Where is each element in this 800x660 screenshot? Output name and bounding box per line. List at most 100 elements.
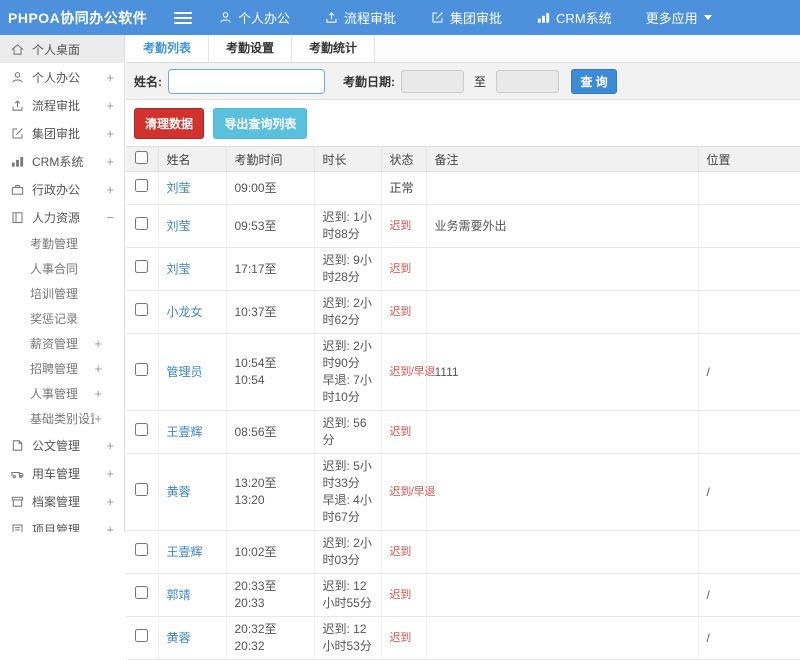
date-from-input[interactable] — [401, 70, 464, 93]
tab-2[interactable]: 考勤统计 — [292, 35, 375, 62]
archive-icon — [10, 494, 25, 509]
sidebar-item-label: 考勤管理 — [30, 235, 114, 252]
attendance-time-cell: 08:56至 — [226, 411, 314, 454]
row-checkbox[interactable] — [135, 586, 148, 599]
employee-name-link[interactable]: 刘莹 — [167, 262, 191, 276]
expand-plus-icon[interactable]: + — [94, 361, 114, 376]
expand-plus-icon[interactable]: + — [94, 411, 114, 426]
expand-plus-icon[interactable]: + — [106, 494, 114, 509]
row-checkbox[interactable] — [135, 260, 148, 273]
expand-plus-icon[interactable]: + — [106, 182, 114, 197]
row-checkbox[interactable] — [135, 217, 148, 230]
nav-item-3[interactable]: CRM系统 — [536, 8, 612, 27]
row-checkbox[interactable] — [135, 179, 148, 192]
status-badge: 迟到 — [390, 306, 411, 318]
employee-name-link[interactable]: 王壹辉 — [167, 425, 203, 439]
sidebar-item-1[interactable]: 个人办公+ — [0, 63, 124, 91]
sidebar-item-17[interactable]: 档案管理+ — [0, 487, 124, 515]
employee-name-link[interactable]: 黄蓉 — [167, 485, 191, 499]
sidebar-item-label: 招聘管理 — [30, 360, 94, 377]
name-input[interactable] — [168, 69, 325, 94]
expand-plus-icon[interactable]: + — [106, 154, 114, 169]
column-header-4: 备注 — [426, 147, 698, 172]
briefcase-icon — [10, 182, 25, 197]
status-badge: 迟到 — [390, 589, 411, 601]
sidebar-item-12[interactable]: 招聘管理+ — [0, 356, 124, 381]
date-to-input[interactable] — [496, 70, 559, 93]
employee-name-link[interactable]: 小龙女 — [167, 305, 203, 319]
employee-name-link[interactable]: 刘莹 — [167, 219, 191, 233]
row-checkbox[interactable] — [135, 543, 148, 556]
expand-plus-icon[interactable]: + — [94, 386, 114, 401]
sidebar-item-13[interactable]: 人事管理+ — [0, 381, 124, 406]
nav-item-0[interactable]: 个人办公 — [218, 8, 290, 27]
tab-0[interactable]: 考勤列表 — [126, 35, 209, 62]
note-cell — [426, 248, 698, 291]
duration-line: 迟到: 2小时03分 — [323, 535, 373, 569]
employee-name-link[interactable]: 郭靖 — [167, 588, 191, 602]
filter-bar: 姓名: 考勤日期: 至 查 询 — [126, 63, 800, 100]
name-label: 姓名: — [134, 73, 162, 90]
duration-cell: 迟到: 1小时88分 — [314, 205, 381, 248]
sidebar-item-7[interactable]: 考勤管理 — [0, 231, 124, 256]
row-checkbox[interactable] — [135, 483, 148, 496]
expand-plus-icon[interactable]: + — [106, 438, 114, 453]
expand-plus-icon[interactable]: + — [106, 98, 114, 113]
sidebar-item-11[interactable]: 薪资管理+ — [0, 331, 124, 356]
nav-item-1[interactable]: 流程审批 — [324, 8, 396, 27]
note-cell: 1111 — [426, 334, 698, 411]
expand-plus-icon[interactable]: + — [106, 522, 114, 533]
sidebar-item-3[interactable]: 集团审批+ — [0, 119, 124, 147]
note-cell — [426, 617, 698, 660]
sidebar-item-label: 集团审批 — [32, 125, 106, 142]
expand-plus-icon[interactable]: + — [106, 126, 114, 141]
collapse-minus-icon[interactable]: − — [106, 210, 114, 225]
expand-plus-icon[interactable]: + — [106, 70, 114, 85]
sidebar-item-10[interactable]: 奖惩记录 — [0, 306, 124, 331]
row-checkbox[interactable] — [135, 303, 148, 316]
employee-name-link[interactable]: 黄蓉 — [167, 631, 191, 645]
note-cell — [426, 574, 698, 617]
employee-name-link[interactable]: 刘莹 — [167, 181, 191, 195]
row-checkbox[interactable] — [135, 423, 148, 436]
sidebar-item-label: 人事管理 — [30, 385, 94, 402]
clean-data-button[interactable]: 清理数据 — [134, 108, 204, 139]
sidebar-item-4[interactable]: CRM系统+ — [0, 147, 124, 175]
flow-icon — [324, 10, 339, 25]
sidebar-item-9[interactable]: 培训管理 — [0, 281, 124, 306]
attendance-time-cell: 17:17至 — [226, 248, 314, 291]
sidebar-item-5[interactable]: 行政办公+ — [0, 175, 124, 203]
sidebar-item-2[interactable]: 流程审批+ — [0, 91, 124, 119]
duration-cell: 迟到: 2小时90分早退: 7小时10分 — [314, 334, 381, 411]
sidebar-item-16[interactable]: 用车管理+ — [0, 459, 124, 487]
sidebar-item-18[interactable]: 项目管理+ — [0, 515, 124, 532]
attendance-time-cell: 10:02至 — [226, 531, 314, 574]
duration-cell: 迟到: 56分 — [314, 411, 381, 454]
hamburger-menu-icon[interactable] — [174, 9, 192, 27]
expand-plus-icon[interactable]: + — [106, 466, 114, 481]
sidebar-item-15[interactable]: 公文管理+ — [0, 431, 124, 459]
sidebar-item-0[interactable]: 个人桌面 — [0, 35, 124, 63]
export-list-button[interactable]: 导出查询列表 — [213, 108, 307, 139]
sidebar-item-14[interactable]: 基础类别设置+ — [0, 406, 124, 431]
search-button[interactable]: 查 询 — [571, 69, 617, 94]
nav-item-label: 集团审批 — [450, 8, 502, 27]
duration-cell: 迟到: 2小时62分 — [314, 291, 381, 334]
nav-item-4[interactable]: 更多应用 — [646, 8, 712, 27]
sidebar-item-8[interactable]: 人事合同 — [0, 256, 124, 281]
sidebar-item-6[interactable]: 人力资源− — [0, 203, 124, 231]
attendance-time-cell: 10:54至10:54 — [226, 334, 314, 411]
tab-1[interactable]: 考勤设置 — [209, 35, 292, 62]
topbar-nav: 个人办公 流程审批 集团审批 CRM系统 更多应用 — [218, 8, 746, 27]
select-all-checkbox[interactable] — [135, 151, 148, 164]
row-checkbox[interactable] — [135, 629, 148, 642]
row-checkbox[interactable] — [135, 363, 148, 376]
nav-item-2[interactable]: 集团审批 — [430, 8, 502, 27]
sidebar-item-label: 个人办公 — [32, 69, 106, 86]
duration-line: 迟到: 5小时33分 — [323, 458, 373, 492]
user-icon — [218, 10, 233, 25]
employee-name-link[interactable]: 王壹辉 — [167, 545, 203, 559]
employee-name-link[interactable]: 管理员 — [167, 365, 203, 379]
sidebar-item-label: 奖惩记录 — [30, 310, 114, 327]
expand-plus-icon[interactable]: + — [94, 336, 114, 351]
